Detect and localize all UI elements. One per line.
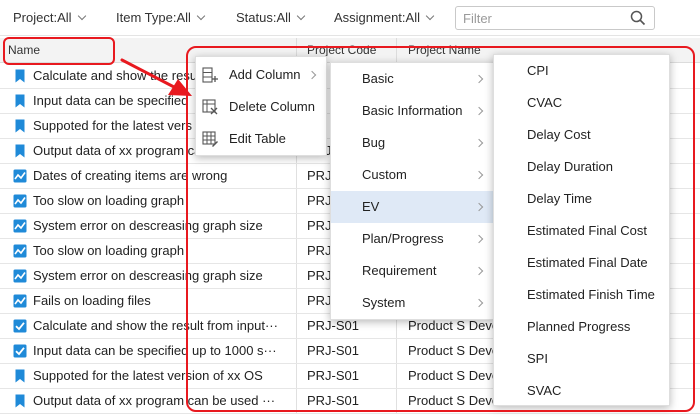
check-icon [13, 319, 27, 333]
bug-chart-icon [13, 194, 27, 208]
filter-bar: Project:All Item Type:All Status:All Ass… [0, 0, 700, 36]
chevron-down-icon [296, 11, 306, 20]
row-name[interactable]: Too slow on loading graph [33, 243, 184, 258]
search-input[interactable] [456, 7, 626, 29]
project-filter[interactable]: Project:All [13, 10, 86, 25]
row-name[interactable]: Fails on loading files [33, 293, 151, 308]
name-header-highlight [3, 37, 115, 65]
chevron-down-icon [196, 11, 206, 20]
bookmark-icon [13, 69, 27, 83]
check-icon [13, 344, 27, 358]
status-filter[interactable]: Status:All [236, 10, 306, 25]
bookmark-icon [13, 144, 27, 158]
item-type-filter-label: Item Type:All [116, 10, 191, 25]
bug-chart-icon [13, 169, 27, 183]
bug-chart-icon [13, 294, 27, 308]
project-filter-label: Project:All [13, 10, 72, 25]
assignment-filter-label: Assignment:All [334, 10, 420, 25]
assignment-filter[interactable]: Assignment:All [334, 10, 435, 25]
item-type-filter[interactable]: Item Type:All [116, 10, 206, 25]
bookmark-icon [13, 394, 27, 408]
menu-highlight [186, 46, 695, 412]
row-name[interactable]: Too slow on loading graph [33, 193, 184, 208]
row-name[interactable]: Suppoted for the latest vers [33, 118, 192, 133]
search-box [455, 6, 655, 30]
search-icon[interactable] [630, 10, 646, 26]
bookmark-icon [13, 369, 27, 383]
status-filter-label: Status:All [236, 10, 291, 25]
chevron-down-icon [77, 11, 86, 20]
bug-chart-icon [13, 244, 27, 258]
bookmark-icon [13, 119, 27, 133]
bookmark-icon [13, 94, 27, 108]
bug-chart-icon [13, 269, 27, 283]
bug-chart-icon [13, 219, 27, 233]
chevron-down-icon [425, 11, 435, 20]
